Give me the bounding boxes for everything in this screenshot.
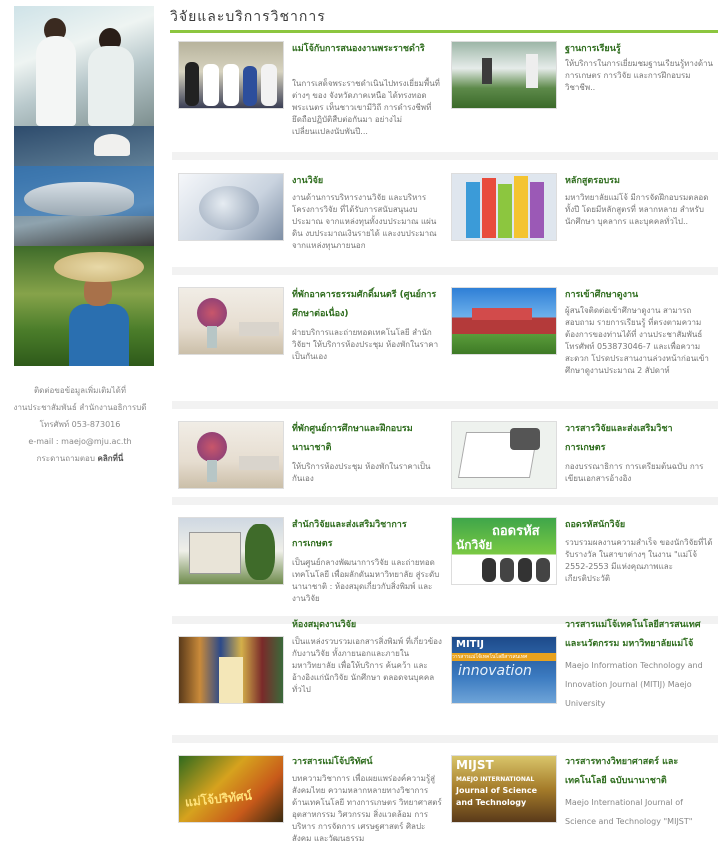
card-desc: มหาวิทยาลัยแม่โจ้ มีการจัดฝึกอบรมตลอดทั้… xyxy=(565,193,709,226)
training-thumb xyxy=(451,173,557,241)
card-title[interactable]: หลักสูตรอบรม xyxy=(565,172,715,191)
learning-base-thumb xyxy=(451,41,557,109)
page-header: วิจัยและบริการวิชาการ xyxy=(170,6,718,33)
card-desc: ผู้สนใจติดต่อเข้าศึกษาดูงาน สามารถสอบถาม… xyxy=(565,306,709,375)
mijst-line1: MAEJO INTERNATIONAL xyxy=(456,776,535,783)
card-title[interactable]: วารสารทางวิทยาศาสตร์ และเทคโนโลยี ฉบับนา… xyxy=(565,753,715,791)
card-research[interactable]: งานวิจัย งานด้านการบริหารงานวิจัย และบริ… xyxy=(172,152,445,267)
card-learning-base[interactable]: ฐานการเรียนรู้ ให้บริการในการเยี่ยมชมฐาน… xyxy=(445,36,718,151)
card-desc: งานด้านการบริหารงานวิจัย และบริหารโครงกา… xyxy=(292,193,437,250)
contact-office: งานประชาสัมพันธ์ สำนักงานอธิการบดี xyxy=(13,403,147,412)
service-grid: แม่โจ้กับการสนองงานพระราชดำริ ในการเสด็จ… xyxy=(172,36,718,861)
page-title: วิจัยและบริการวิชาการ xyxy=(170,9,326,25)
photo-collage xyxy=(14,6,154,366)
card-research-office[interactable]: สำนักวิจัยและส่งเสริมวิชาการการเกษตร เป็… xyxy=(172,497,445,612)
card-title[interactable]: ที่พักศูนย์การศึกษาและฝึกอบรมนานาชาติ xyxy=(292,420,442,458)
header-rule xyxy=(170,30,718,33)
card-desc: ในการเสด็จพระราชดำเนินไปทรงเยี่ยมพื้นที่… xyxy=(292,79,440,136)
contact-info: ติดต่อขอข้อมูลเพิ่มเติมได้ที่ งานประชาสั… xyxy=(0,382,160,467)
card-royal-project[interactable]: แม่โจ้กับการสนองงานพระราชดำริ ในการเสด็จ… xyxy=(172,36,445,151)
card-desc: Maejo International Journal of Science a… xyxy=(565,798,693,826)
card-title[interactable]: วารสารแม่โจ้ปริทัศน์ xyxy=(292,753,442,772)
maejo-review-thumb: แม่โจ้ปริทัศน์ xyxy=(178,755,284,823)
grid-row: ที่พักอาคารธรรมศักดิ์มนตรี (ศูนย์การศึกษ… xyxy=(172,267,718,401)
card-thammasak-lodging[interactable]: ที่พักอาคารธรรมศักดิ์มนตรี (ศูนย์การศึกษ… xyxy=(172,267,445,382)
fish-photo xyxy=(14,126,154,246)
card-title[interactable]: ห้องสมุดงานวิจัย xyxy=(292,616,442,635)
card-training[interactable]: หลักสูตรอบรม มหาวิทยาลัยแม่โจ้ มีการจัดฝ… xyxy=(445,152,718,267)
card-decode-researcher[interactable]: ถอดรหัส นักวิจัย ถอดรหัสนักวิจัย รวบรวมผ… xyxy=(445,497,718,612)
review-label: แม่โจ้ปริทัศน์ xyxy=(184,788,253,810)
decode-researcher-thumb: ถอดรหัส นักวิจัย xyxy=(451,517,557,585)
royal-project-thumb xyxy=(178,41,284,109)
grid-row: ห้องสมุดงานวิจัย เป็นแหล่งรวบรวมเอกสารสิ… xyxy=(172,616,718,735)
mijst-line3: and Technology xyxy=(456,798,527,807)
grid-row: งานวิจัย งานด้านการบริหารงานวิจัย และบริ… xyxy=(172,152,718,267)
card-title[interactable]: การเข้าศึกษาดูงาน xyxy=(565,286,715,305)
mitij-label: MITIJ xyxy=(456,639,484,650)
grid-row: สำนักวิจัยและส่งเสริมวิชาการการเกษตร เป็… xyxy=(172,497,718,616)
card-desc: ให้บริการในการเยี่ยมชมฐานเรียนรู้ทางด้าน… xyxy=(565,59,713,92)
contact-phone: โทรศัพท์ 053-873016 xyxy=(39,420,121,429)
faq-link[interactable]: คลิกที่นี่ xyxy=(97,454,123,463)
contact-email[interactable]: e-mail : maejo@mju.ac.th xyxy=(0,433,160,450)
card-desc: เป็นศูนย์กลางพัฒนาการวิจัย และถ่ายทอดเทค… xyxy=(292,558,440,603)
mitij-word: innovation xyxy=(458,663,532,679)
contact-heading: ติดต่อขอข้อมูลเพิ่มเติมได้ที่ xyxy=(33,386,127,395)
card-desc: Maejo Information Technology and Innovat… xyxy=(565,661,703,708)
card-title[interactable]: แม่โจ้กับการสนองงานพระราชดำริ xyxy=(292,40,442,59)
lodging-thumb xyxy=(178,287,284,355)
decode-title: ถอดรหัส xyxy=(492,524,540,539)
card-desc: ฝ่ายบริการและถ่ายทอดเทคโนโลยี สำนักวิจัย… xyxy=(292,328,439,361)
card-title[interactable]: ที่พักอาคารธรรมศักดิ์มนตรี (ศูนย์การศึกษ… xyxy=(292,286,442,324)
card-mitij-journal[interactable]: MITIJ วารสารแม่โจ้เทคโนโลยีสารสนเทศ inno… xyxy=(445,616,718,731)
card-title[interactable]: งานวิจัย xyxy=(292,172,442,191)
mitij-banner: วารสารแม่โจ้เทคโนโลยีสารสนเทศ xyxy=(452,653,556,661)
grid-row: แม่โจ้กับการสนองงานพระราชดำริ ในการเสด็จ… xyxy=(172,36,718,152)
card-research-library[interactable]: ห้องสมุดงานวิจัย เป็นแหล่งรวบรวมเอกสารสิ… xyxy=(172,616,445,731)
card-title[interactable]: วารสารแม่โจ้เทคโนโลยีสารสนเทศและนวัตกรรม… xyxy=(565,616,715,654)
decode-sub: นักวิจัย xyxy=(456,538,493,552)
grid-row: แม่โจ้ปริทัศน์ วารสารแม่โจ้ปริทัศน์ บทคว… xyxy=(172,735,718,861)
card-maejo-review[interactable]: แม่โจ้ปริทัศน์ วารสารแม่โจ้ปริทัศน์ บทคว… xyxy=(172,735,445,850)
library-thumb xyxy=(178,636,284,704)
card-study-visit[interactable]: การเข้าศึกษาดูงาน ผู้สนใจติดต่อเข้าศึกษา… xyxy=(445,267,718,382)
card-desc: กองบรรณาธิการ การเตรียมต้นฉบับ การเขียนเ… xyxy=(565,462,704,483)
mijst-label: MIJST xyxy=(456,758,494,772)
card-desc: บทความวิชาการ เพื่อเผยแพร่องค์ความรู้สู่… xyxy=(292,774,442,843)
card-title[interactable]: สำนักวิจัยและส่งเสริมวิชาการการเกษตร xyxy=(292,516,442,554)
mijst-thumb: MIJST MAEJO INTERNATIONAL Journal of Sci… xyxy=(451,755,557,823)
farmer-photo xyxy=(14,246,154,366)
card-mijst-journal[interactable]: MIJST MAEJO INTERNATIONAL Journal of Sci… xyxy=(445,735,718,850)
contact-faq: กระดานถามตอบ คลิกที่นี่ xyxy=(36,454,124,463)
study-visit-thumb xyxy=(451,287,557,355)
intl-lodging-thumb xyxy=(178,421,284,489)
card-desc: รวบรวมผลงานความสำเร็จ ของนักวิจัยที่ได้ร… xyxy=(565,538,713,583)
card-desc: เป็นแหล่งรวบรวมเอกสารสิ่งพิมพ์ ที่เกี่ยว… xyxy=(292,637,442,694)
grid-row: ที่พักศูนย์การศึกษาและฝึกอบรมนานาชาติ ให… xyxy=(172,401,718,497)
card-desc: ให้บริการห้องประชุม ห้องพักในราคาเป็นกัน… xyxy=(292,462,431,483)
mijst-line2: Journal of Science xyxy=(456,786,538,795)
mitij-thumb: MITIJ วารสารแม่โจ้เทคโนโลยีสารสนเทศ inno… xyxy=(451,636,557,704)
research-office-thumb xyxy=(178,517,284,585)
card-title[interactable]: ฐานการเรียนรู้ xyxy=(565,40,715,59)
research-thumb xyxy=(178,173,284,241)
card-title[interactable]: วารสารวิจัยและส่งเสริมวิชา การเกษตร xyxy=(565,420,715,458)
sidebar: ติดต่อขอข้อมูลเพิ่มเติมได้ที่ งานประชาสั… xyxy=(0,0,165,863)
agri-journal-thumb xyxy=(451,421,557,489)
card-title[interactable]: ถอดรหัสนักวิจัย xyxy=(565,516,715,535)
lab-photo xyxy=(14,6,154,126)
